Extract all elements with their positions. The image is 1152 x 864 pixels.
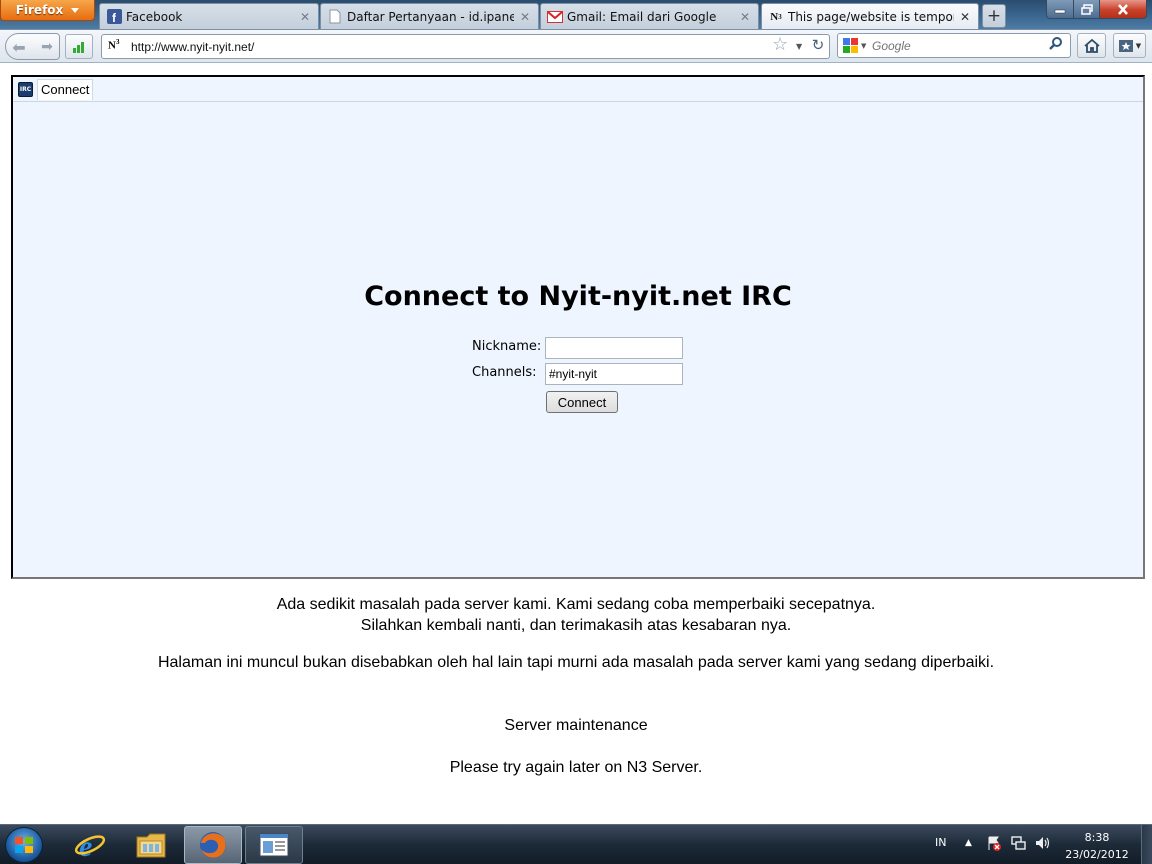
- show-hidden-icons-icon[interactable]: ▲: [965, 838, 972, 848]
- signal-button[interactable]: [65, 34, 93, 59]
- language-indicator[interactable]: IN: [935, 836, 946, 849]
- nickname-label: Nickname:: [472, 339, 542, 354]
- close-icon[interactable]: ✕: [958, 10, 972, 24]
- chevron-down-icon: [71, 7, 80, 13]
- taskbar-window-app[interactable]: [245, 826, 303, 864]
- arrow-right-icon: ➡: [41, 39, 53, 55]
- n3-icon: N3: [770, 11, 782, 23]
- minimize-button[interactable]: [1046, 0, 1074, 19]
- reload-button[interactable]: ↻: [808, 34, 828, 56]
- signal-bars-icon: [73, 42, 84, 53]
- taskbar-firefox[interactable]: [184, 826, 242, 864]
- tab-label: This page/website is temporaril...: [788, 10, 954, 24]
- close-icon: [1118, 3, 1128, 15]
- chevron-down-icon[interactable]: ▼: [861, 42, 866, 50]
- maintenance-message-line2: Silahkan kembali nanti, dan terimakasih …: [360, 617, 792, 634]
- server-maintenance-heading: Server maintenance: [504, 717, 648, 734]
- tab-label: Gmail: Email dari Google: [567, 9, 717, 24]
- channels-label: Channels:: [472, 365, 537, 380]
- page-icon: [327, 9, 343, 25]
- close-icon[interactable]: ✕: [738, 10, 752, 24]
- folder-icon: [136, 833, 166, 858]
- internet-explorer-icon: e: [74, 830, 106, 861]
- back-forward-group: ⬅ ➡: [5, 33, 60, 60]
- restore-button[interactable]: [1073, 0, 1100, 19]
- start-button[interactable]: [5, 827, 43, 863]
- show-desktop-button[interactable]: [1141, 825, 1152, 864]
- url-text[interactable]: http://www.nyit-nyit.net/: [131, 40, 254, 54]
- firefox-icon: [200, 832, 226, 858]
- taskbar-windows-explorer[interactable]: [122, 826, 180, 864]
- n3-icon: N3: [108, 38, 120, 52]
- plus-icon: +: [986, 6, 1002, 26]
- search-icon[interactable]: [1049, 36, 1063, 54]
- bookmarks-icon: [1118, 39, 1133, 52]
- new-tab-button[interactable]: +: [982, 4, 1006, 28]
- windows-logo-icon: [15, 837, 33, 853]
- action-center-flag-icon[interactable]: [986, 835, 1002, 851]
- maintenance-message-line3: Halaman ini muncul bukan disebabkan oleh…: [157, 654, 995, 671]
- close-window-button[interactable]: [1099, 0, 1147, 19]
- network-icon[interactable]: [1010, 835, 1026, 851]
- chevron-down-icon: ▼: [1135, 41, 1142, 50]
- search-bar[interactable]: ▼: [837, 33, 1071, 58]
- firefox-menu-button[interactable]: Firefox: [0, 0, 95, 21]
- home-button[interactable]: [1077, 33, 1106, 58]
- arrow-left-icon: ⬅: [12, 37, 26, 57]
- tab-gmail[interactable]: Gmail: Email dari Google ✕: [540, 3, 759, 29]
- tab-facebook[interactable]: f Facebook ✕: [99, 3, 319, 29]
- connect-button[interactable]: Connect: [546, 391, 618, 413]
- irc-client-panel: IRC Connect Connect to Nyit-nyit.net IRC…: [11, 75, 1145, 579]
- volume-icon[interactable]: [1034, 835, 1050, 851]
- back-button[interactable]: ⬅: [8, 36, 30, 58]
- tab-connect[interactable]: Connect: [37, 79, 94, 100]
- clock-date[interactable]: 23/02/2012: [1062, 848, 1132, 861]
- gmail-icon: [547, 9, 563, 25]
- irc-tab-bar: IRC Connect: [13, 77, 1143, 102]
- reload-icon: ↻: [811, 36, 825, 54]
- taskbar: e IN ▲ 8:38 23/02/2012: [0, 824, 1152, 864]
- irc-title: Connect to Nyit-nyit.net IRC: [364, 281, 792, 312]
- tab-active-page[interactable]: N3 This page/website is temporaril... ✕: [761, 3, 979, 30]
- bookmarks-button[interactable]: ▼: [1113, 33, 1146, 58]
- close-icon[interactable]: ✕: [518, 10, 532, 24]
- tab-label: Facebook: [126, 9, 183, 24]
- search-input[interactable]: [872, 39, 1047, 53]
- clock-time[interactable]: 8:38: [1062, 831, 1132, 844]
- firefox-menu-label: Firefox: [15, 3, 64, 17]
- chevron-down-icon[interactable]: ▼: [796, 42, 802, 51]
- nickname-input[interactable]: [545, 337, 683, 359]
- window-icon: [259, 833, 289, 857]
- forward-button[interactable]: ➡: [36, 36, 58, 58]
- home-icon: [1083, 38, 1100, 53]
- google-icon[interactable]: [842, 37, 859, 54]
- close-icon[interactable]: ✕: [298, 10, 312, 24]
- try-again-message: Please try again later on N3 Server.: [449, 759, 703, 776]
- facebook-icon: f: [106, 9, 122, 25]
- channels-input[interactable]: [545, 363, 683, 385]
- tab-label: Daftar Pertanyaan - id.ipanelonl...: [347, 9, 514, 24]
- page-content: IRC Connect Connect to Nyit-nyit.net IRC…: [0, 64, 1152, 824]
- title-bar: Firefox f Facebook ✕ Daftar Pertanyaan -…: [0, 0, 1152, 30]
- taskbar-internet-explorer[interactable]: e: [61, 826, 119, 864]
- star-icon[interactable]: ☆: [772, 34, 788, 55]
- maintenance-message-line1: Ada sedikit masalah pada server kami. Ka…: [276, 596, 876, 613]
- minimize-icon: [1054, 9, 1066, 14]
- svg-text:e: e: [79, 830, 92, 861]
- tab-daftar-pertanyaan[interactable]: Daftar Pertanyaan - id.ipanelonl... ✕: [320, 3, 539, 29]
- url-bar[interactable]: N3 http://www.nyit-nyit.net/: [101, 34, 830, 59]
- restore-icon: [1080, 3, 1093, 15]
- irc-logo-icon: IRC: [18, 82, 33, 97]
